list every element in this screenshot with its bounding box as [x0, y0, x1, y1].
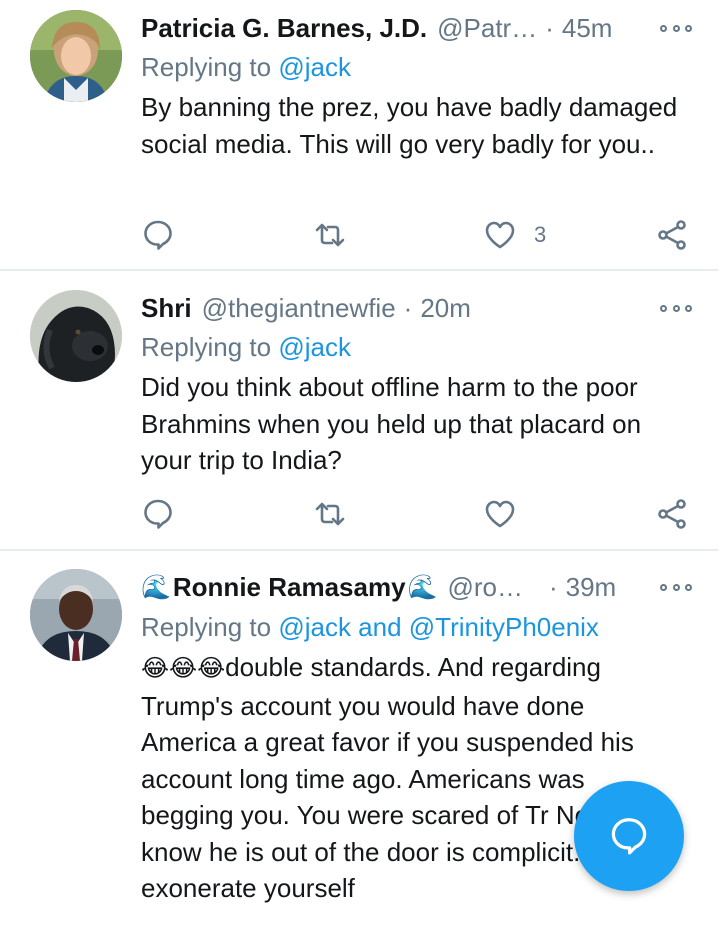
tweet-2[interactable]: Shri @thegiantnewfie · 20m Replying to @…	[0, 271, 720, 549]
separator: ·	[403, 292, 413, 323]
more-icon[interactable]	[660, 19, 692, 37]
tweet-header: 🌊 Ronnie Ramasamy 🌊 @ro… · 39m	[141, 569, 696, 605]
tweet-header: Shri @thegiantnewfie · 20m	[141, 290, 696, 326]
avatar[interactable]	[30, 290, 122, 382]
heart-icon	[485, 500, 515, 528]
compose-reply-icon	[611, 818, 647, 855]
timestamp[interactable]: 45m	[562, 13, 613, 44]
tweet-text-content: double standards. And regarding Trump's …	[141, 652, 657, 903]
replying-prefix: Replying to	[141, 332, 279, 362]
reply-button[interactable]	[142, 215, 174, 255]
tweet-header: Patricia G. Barnes, J.D. @Patr… · 45m	[141, 10, 696, 46]
share-button[interactable]	[656, 494, 688, 534]
mention-link[interactable]: @jack	[278, 52, 351, 82]
separator: ·	[545, 12, 554, 43]
timestamp[interactable]: 20m	[420, 293, 471, 324]
user-handle[interactable]: @thegiantnewfie	[202, 293, 396, 324]
retweet-icon	[315, 223, 345, 247]
reply-button[interactable]	[142, 494, 174, 534]
retweet-button[interactable]	[314, 215, 346, 255]
display-name[interactable]: Patricia G. Barnes, J.D.	[141, 13, 427, 44]
retweet-button[interactable]	[314, 494, 346, 534]
retweet-icon	[315, 502, 345, 526]
replying-prefix: Replying to	[141, 612, 279, 642]
more-icon[interactable]	[660, 578, 692, 596]
mention-link[interactable]: @jack	[278, 332, 351, 362]
user-handle[interactable]: @Patr…	[437, 13, 537, 44]
replying-to: Replying to @jack	[141, 330, 351, 364]
wave-emoji: 🌊	[407, 573, 438, 601]
user-handle[interactable]: @ro…	[447, 572, 523, 603]
heart-icon	[485, 221, 515, 249]
like-button[interactable]: 3	[484, 215, 546, 255]
tweet-text: By banning the prez, you have badly dama…	[141, 92, 678, 159]
laughing-emoji: 😂😂😂	[141, 655, 226, 682]
tweet-text: Did you think about offline harm to the …	[141, 372, 642, 475]
display-name[interactable]: Ronnie Ramasamy	[173, 572, 406, 603]
tweet-1[interactable]: Patricia G. Barnes, J.D. @Patr… · 45m Re…	[0, 0, 720, 270]
like-button[interactable]	[484, 494, 534, 534]
wave-emoji: 🌊	[141, 573, 171, 601]
like-count: 3	[534, 222, 547, 247]
separator: ·	[548, 571, 558, 602]
share-button[interactable]	[656, 215, 688, 255]
share-icon	[658, 499, 686, 529]
action-bar	[0, 494, 720, 534]
mention-link[interactable]: @jack and @TrinityPh0enix	[278, 612, 599, 642]
replying-to: Replying to @jack	[141, 50, 351, 84]
timestamp[interactable]: 39m	[566, 572, 617, 603]
replying-prefix: Replying to	[141, 52, 279, 82]
reply-icon	[144, 220, 172, 250]
compose-reply-button[interactable]	[574, 781, 684, 891]
share-icon	[658, 220, 686, 250]
replying-to: Replying to @jack and @TrinityPh0enix	[141, 610, 599, 644]
avatar[interactable]	[30, 10, 122, 102]
display-name[interactable]: Shri	[141, 293, 192, 324]
reply-icon	[144, 499, 172, 529]
more-icon[interactable]	[660, 299, 692, 317]
action-bar: 3	[0, 215, 720, 255]
avatar[interactable]	[30, 569, 122, 661]
